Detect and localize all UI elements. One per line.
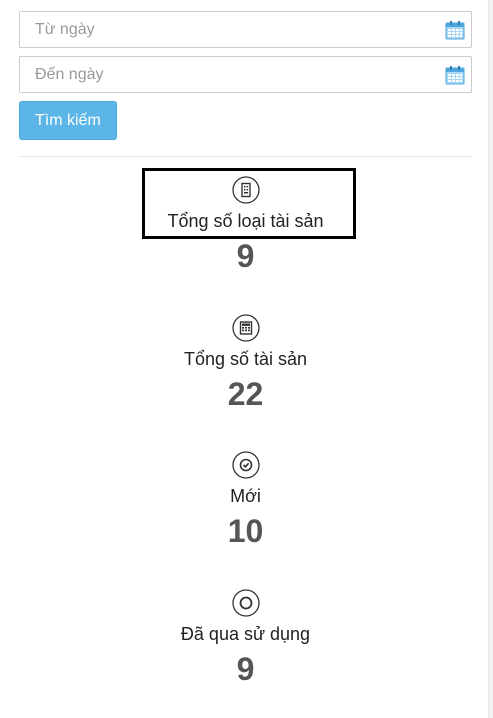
stat-value: 9 [236, 651, 255, 687]
stat-new: Mới 10 [0, 451, 491, 549]
calculator-icon [231, 314, 260, 342]
search-button[interactable]: Tìm kiếm [19, 101, 117, 140]
divider [19, 156, 472, 157]
to-date-field[interactable] [19, 56, 472, 93]
stat-value: 10 [227, 513, 264, 549]
to-date-input[interactable] [20, 57, 435, 92]
stat-total-assets: Tổng số tài sản 22 [0, 314, 491, 412]
date-filter-form: Tìm kiếm [19, 11, 472, 140]
calendar-icon[interactable] [445, 20, 465, 40]
highlight-box [142, 168, 356, 239]
from-date-field[interactable] [19, 11, 472, 48]
stat-label: Đã qua sử dụng [180, 624, 311, 644]
check-circle-icon [231, 451, 260, 479]
from-date-input[interactable] [20, 12, 435, 47]
stat-value: 22 [227, 376, 264, 412]
stat-value: 9 [236, 238, 255, 274]
stat-label: Mới [230, 486, 261, 506]
circle-icon [231, 589, 260, 617]
stat-used: Đã qua sử dụng 9 [0, 589, 491, 687]
stat-label: Tổng số tài sản [183, 349, 308, 369]
calendar-icon[interactable] [445, 65, 465, 85]
